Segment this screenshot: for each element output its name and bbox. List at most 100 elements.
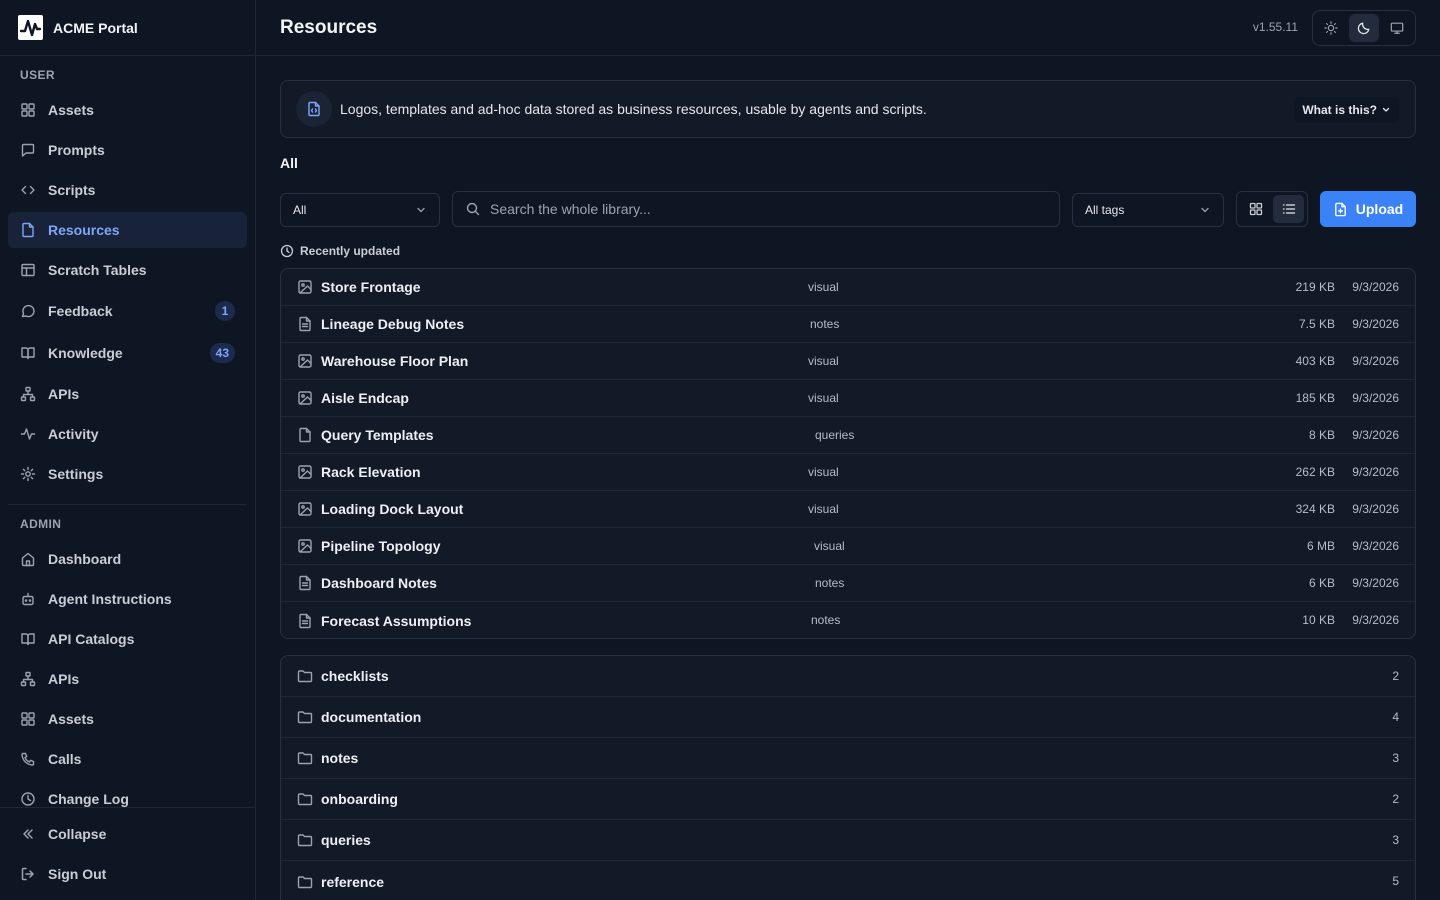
- resource-name: Dashboard Notes: [321, 575, 437, 591]
- sidebar-item-badge: 1: [215, 301, 235, 321]
- collapse-label: Collapse: [48, 826, 107, 842]
- chevrons-left-icon: [23, 829, 33, 839]
- sidebar: ACME Portal USER Assets Prompts Scripts Res…: [0, 0, 256, 900]
- light-theme-button[interactable]: [1316, 14, 1347, 42]
- folder-row[interactable]: checklists 2: [281, 656, 1415, 697]
- resource-row[interactable]: Pipeline Topology visual 6 MB 9/3/2026: [281, 528, 1415, 565]
- sidebar-item-dashboard[interactable]: Dashboard: [8, 541, 247, 577]
- home-icon: [21, 552, 35, 567]
- resource-tag[interactable]: notes: [810, 317, 839, 331]
- sidebar-item-knowledge[interactable]: Knowledge 43: [8, 335, 247, 371]
- resource-size: 324 KB: [1295, 502, 1335, 516]
- resource-name: Loading Dock Layout: [321, 501, 464, 517]
- resource-row[interactable]: Warehouse Floor Plan visual 403 KB 9/3/2026: [281, 343, 1415, 380]
- sidebar-item-agent-instructions[interactable]: Agent Instructions: [8, 581, 247, 617]
- resource-row[interactable]: Forecast Assumptions notes 10 KB 9/3/2026: [281, 602, 1415, 638]
- folder-row[interactable]: notes 3: [281, 738, 1415, 779]
- sidebar-item-label: Feedback: [48, 303, 113, 319]
- resource-row[interactable]: Query Templates queries 8 KB 9/3/2026: [281, 417, 1415, 454]
- sidebar-item-feedback[interactable]: Feedback 1: [8, 293, 247, 329]
- table-icon: [21, 263, 35, 277]
- resource-tag[interactable]: visual: [808, 502, 839, 516]
- sidebar-item-assets[interactable]: Assets: [8, 701, 247, 737]
- sidebar-footer: Collapse Sign Out: [0, 807, 255, 900]
- folder-row[interactable]: reference 5: [281, 861, 1415, 900]
- sidebar-item-activity[interactable]: Activity: [8, 416, 247, 452]
- sidebar-item-apis[interactable]: APIs: [8, 661, 247, 697]
- search-input[interactable]: [490, 201, 1059, 217]
- folder-icon: [297, 875, 313, 888]
- sidebar-item-prompts[interactable]: Prompts: [8, 132, 247, 168]
- message-circle-icon: [21, 304, 35, 318]
- sidebar-item-label: Resources: [48, 222, 120, 238]
- list-view-button[interactable]: [1273, 195, 1304, 223]
- sidebar-item-apis[interactable]: APIs: [8, 376, 247, 412]
- upload-button[interactable]: Upload: [1320, 191, 1416, 227]
- resource-tag[interactable]: visual: [808, 465, 839, 479]
- resource-date: 9/3/2026: [1352, 613, 1399, 627]
- folder-name: reference: [321, 873, 385, 890]
- image-icon: [298, 354, 312, 368]
- log-out-icon: [21, 867, 34, 881]
- message-square-icon: [21, 143, 35, 157]
- folder-name: onboarding: [321, 791, 398, 807]
- folder-name: queries: [321, 832, 371, 848]
- resource-row[interactable]: Store Frontage visual 219 KB 9/3/2026: [281, 269, 1415, 306]
- folder-row[interactable]: queries 3: [281, 820, 1415, 861]
- document-icon: [299, 613, 311, 628]
- resource-tag[interactable]: queries: [815, 428, 854, 442]
- resource-size: 262 KB: [1295, 465, 1335, 479]
- resource-tag[interactable]: visual: [808, 354, 839, 368]
- resource-size: 10 KB: [1302, 613, 1335, 627]
- top-header: Resources v1.55.11: [256, 0, 1440, 56]
- clock-icon: [21, 792, 35, 806]
- file-icon: [299, 427, 311, 443]
- version-label: v1.55.11: [1252, 20, 1298, 34]
- sidebar-item-api-catalogs[interactable]: API Catalogs: [8, 621, 247, 657]
- system-theme-button[interactable]: [1381, 14, 1412, 42]
- sidebar-item-assets[interactable]: Assets: [8, 92, 247, 128]
- folder-name: notes: [321, 750, 359, 766]
- tags-select-value: All tags: [1085, 203, 1125, 217]
- dark-theme-button[interactable]: [1348, 14, 1380, 42]
- tags-select[interactable]: All tags: [1072, 193, 1224, 227]
- sidebar-item-scripts[interactable]: Scripts: [8, 172, 247, 208]
- brand[interactable]: ACME Portal: [0, 0, 255, 56]
- folder-list: checklists 2 documentation 4 notes 3 onboardin…: [280, 655, 1416, 900]
- sidebar-item-label: Assets: [48, 711, 94, 727]
- sidebar-item-label: APIs: [48, 386, 80, 402]
- sign-out-button[interactable]: Sign Out: [8, 856, 247, 892]
- sidebar-item-settings[interactable]: Settings: [8, 456, 247, 492]
- resource-size: 6 KB: [1308, 576, 1335, 590]
- resource-date: 9/3/2026: [1352, 317, 1399, 331]
- resource-row[interactable]: Aisle Endcap visual 185 KB 9/3/2026: [281, 380, 1415, 417]
- resource-row[interactable]: Dashboard Notes notes 6 KB 9/3/2026: [281, 565, 1415, 602]
- type-select[interactable]: All: [280, 193, 440, 227]
- gear-icon: [20, 466, 36, 482]
- file-icon: [22, 222, 34, 238]
- folder-count: 2: [1392, 669, 1399, 683]
- page-title: Resources: [280, 16, 378, 38]
- resource-tag[interactable]: visual: [808, 280, 839, 294]
- sidebar-item-label: Agent Instructions: [48, 591, 172, 607]
- resource-row[interactable]: Loading Dock Layout visual 324 KB 9/3/2026: [281, 491, 1415, 528]
- sidebar-item-scratch-tables[interactable]: Scratch Tables: [8, 252, 247, 288]
- resource-list: Store Frontage visual 219 KB 9/3/2026 Lineag…: [280, 268, 1416, 639]
- app-name: ACME Portal: [53, 19, 138, 36]
- what-is-this-button[interactable]: What is this?: [1294, 97, 1399, 123]
- resource-row[interactable]: Lineage Debug Notes notes 7.5 KB 9/3/2026: [281, 306, 1415, 343]
- collapse-button[interactable]: Collapse: [8, 816, 247, 852]
- resource-tag[interactable]: visual: [808, 391, 839, 405]
- folder-row[interactable]: onboarding 2: [281, 779, 1415, 820]
- resource-row[interactable]: Rack Elevation visual 262 KB 9/3/2026: [281, 454, 1415, 491]
- sidebar-item-calls[interactable]: Calls: [8, 741, 247, 777]
- folder-row[interactable]: documentation 4: [281, 697, 1415, 738]
- resource-date: 9/3/2026: [1352, 428, 1399, 442]
- sidebar-item-resources[interactable]: Resources: [8, 212, 247, 248]
- info-icon-wrap: [296, 91, 332, 127]
- resource-tag[interactable]: visual: [814, 539, 845, 553]
- sidebar-item-label: Knowledge: [48, 345, 123, 361]
- resource-tag[interactable]: notes: [815, 576, 844, 590]
- resource-tag[interactable]: notes: [811, 613, 840, 627]
- grid-view-button[interactable]: [1240, 195, 1271, 223]
